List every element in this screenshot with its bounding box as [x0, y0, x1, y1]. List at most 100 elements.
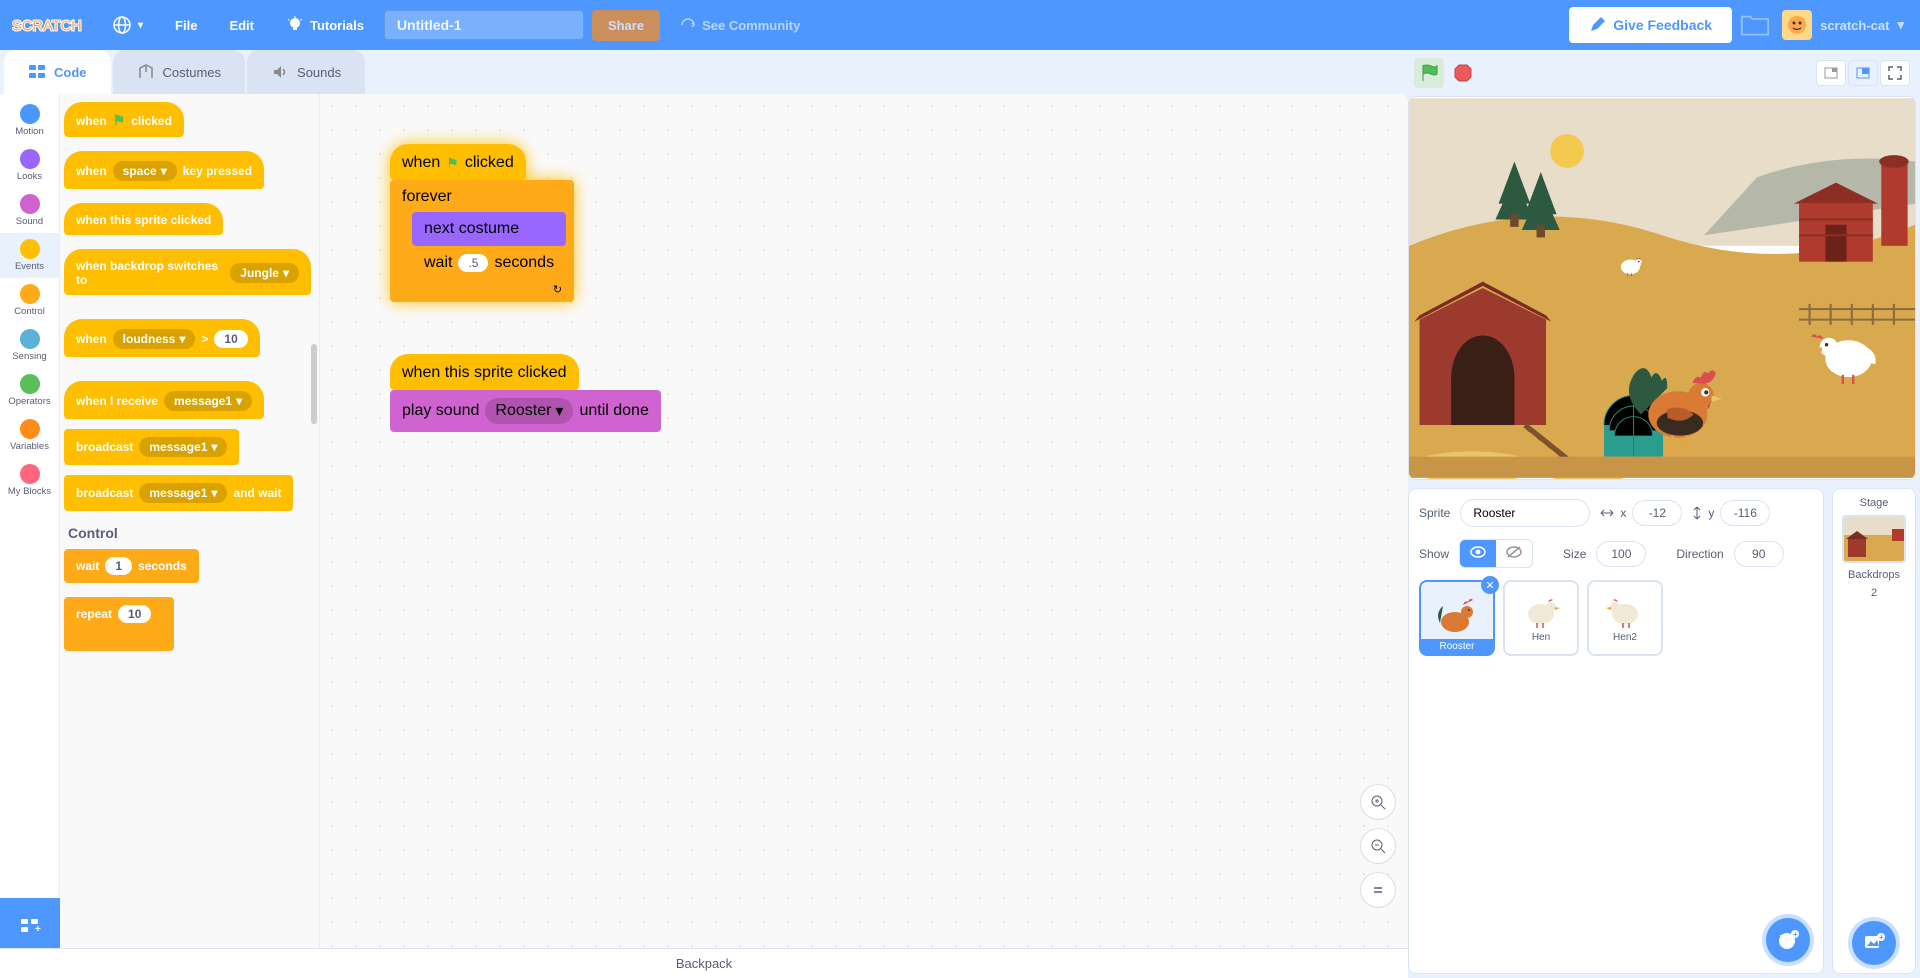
see-community-link[interactable]: See Community	[668, 9, 812, 41]
sprite-card-hen[interactable]: Hen	[1503, 580, 1579, 656]
block-categories: Motion Looks Sound Events Control Sensin…	[0, 94, 60, 948]
flag-icon: ⚑	[446, 155, 459, 172]
backpack-panel[interactable]: Backpack	[0, 948, 1408, 978]
category-sensing[interactable]: Sensing	[0, 323, 59, 368]
block-when-backdrop-switches[interactable]: when backdrop switches toJungle ▾	[64, 249, 311, 295]
code-icon	[28, 63, 46, 81]
add-sprite-button[interactable]: +	[1766, 918, 1810, 962]
block-when-loudness[interactable]: whenloudness ▾>10	[64, 319, 311, 357]
arrow-vertical-icon	[1692, 506, 1702, 520]
stop-button[interactable]	[1448, 58, 1478, 88]
block-repeat[interactable]: repeat10	[64, 597, 311, 651]
globe-icon	[112, 15, 132, 35]
flag-icon: ⚑	[113, 112, 126, 129]
block-wait[interactable]: wait1seconds	[64, 549, 311, 583]
scratch-logo[interactable]: SCRATCH	[12, 10, 92, 40]
hide-sprite-button[interactable]	[1496, 540, 1532, 567]
zoom-reset-button[interactable]	[1360, 872, 1396, 908]
give-feedback-button[interactable]: Give Feedback	[1569, 7, 1732, 43]
tutorials-button[interactable]: Tutorials	[274, 8, 376, 42]
chevron-down-icon: ▾	[138, 20, 143, 31]
svg-text:+: +	[1879, 933, 1884, 942]
sprite-info-panel: Sprite x-12 y-116 Show Size 100 Directio…	[1408, 488, 1824, 974]
arrow-horizontal-icon	[1600, 508, 1614, 518]
folder-icon[interactable]	[1740, 13, 1770, 37]
stage-fullscreen-button[interactable]	[1880, 60, 1910, 86]
stage-large-button[interactable]	[1848, 60, 1878, 86]
eye-off-icon	[1506, 546, 1522, 558]
fullscreen-icon	[1888, 66, 1902, 80]
remix-icon	[680, 17, 696, 33]
tab-code[interactable]: Code	[4, 50, 111, 94]
sprite-list: ✕ Rooster Hen Hen2	[1419, 580, 1813, 656]
large-stage-icon	[1856, 67, 1870, 79]
sprite-card-rooster[interactable]: ✕ Rooster	[1419, 580, 1495, 656]
svg-text:+: +	[35, 924, 41, 935]
category-events[interactable]: Events	[0, 233, 59, 278]
block-broadcast-wait[interactable]: broadcastmessage1 ▾and wait	[64, 475, 311, 511]
sprite-y-input[interactable]: -116	[1720, 500, 1770, 526]
sprite-label: Sprite	[1419, 506, 1450, 520]
category-operators[interactable]: Operators	[0, 368, 59, 413]
delete-sprite-button[interactable]: ✕	[1481, 576, 1499, 594]
flag-icon	[1419, 63, 1439, 83]
user-menu[interactable]: scratch-cat ▾	[1778, 6, 1908, 44]
file-menu[interactable]: File	[163, 10, 209, 41]
add-backdrop-button[interactable]: +	[1852, 921, 1896, 965]
script-workspace[interactable]: when⚑clicked forever next costume wait.5…	[320, 94, 1408, 948]
edit-menu[interactable]: Edit	[217, 10, 266, 41]
stop-icon	[1454, 64, 1472, 82]
sprite-x-input[interactable]: -12	[1632, 500, 1682, 526]
block-broadcast[interactable]: broadcastmessage1 ▾	[64, 429, 311, 465]
stage-canvas	[1409, 97, 1915, 479]
category-sound[interactable]: Sound	[0, 188, 59, 233]
sprite-name-input[interactable]	[1460, 499, 1590, 527]
category-variables[interactable]: Variables	[0, 413, 59, 458]
show-sprite-button[interactable]	[1460, 540, 1496, 567]
sprite-direction-input[interactable]: 90	[1734, 541, 1784, 567]
extension-icon: +	[18, 911, 42, 935]
block-when-sprite-clicked[interactable]: when this sprite clicked	[64, 203, 311, 235]
costumes-icon	[137, 63, 155, 81]
share-button[interactable]: Share	[592, 10, 660, 41]
tab-sounds[interactable]: Sounds	[247, 50, 365, 94]
category-motion[interactable]: Motion	[0, 98, 59, 143]
stage-selector-panel: Stage Backdrops 2 +	[1832, 488, 1916, 974]
zoom-out-button[interactable]	[1360, 828, 1396, 864]
stage-header	[1408, 50, 1916, 96]
block-when-receive[interactable]: when I receivemessage1 ▾	[64, 381, 311, 419]
category-control[interactable]: Control	[0, 278, 59, 323]
add-extension-button[interactable]: +	[0, 898, 60, 948]
workspace-controls	[1360, 784, 1396, 908]
minus-icon	[1370, 838, 1386, 854]
palette-scrollbar[interactable]	[311, 344, 317, 424]
sprite-card-hen2[interactable]: Hen2	[1587, 580, 1663, 656]
category-looks[interactable]: Looks	[0, 143, 59, 188]
sounds-icon	[271, 63, 289, 81]
project-title-input[interactable]	[384, 10, 584, 40]
block-when-flag-clicked[interactable]: when⚑clicked	[64, 102, 311, 137]
tab-costumes[interactable]: Costumes	[113, 50, 246, 94]
zoom-in-button[interactable]	[1360, 784, 1396, 820]
green-flag-button[interactable]	[1414, 58, 1444, 88]
block-palette[interactable]: when⚑clicked whenspace ▾key pressed when…	[60, 94, 320, 948]
pencil-icon	[1589, 17, 1605, 33]
stage[interactable]	[1408, 96, 1916, 480]
script-stack-2[interactable]: when this sprite clicked play soundRoost…	[390, 354, 661, 432]
editor-tabs: Code Costumes Sounds	[0, 50, 1408, 94]
equals-icon	[1370, 882, 1386, 898]
block-when-key-pressed[interactable]: whenspace ▾key pressed	[64, 151, 311, 189]
image-plus-icon: +	[1863, 932, 1885, 954]
small-stage-icon	[1824, 67, 1838, 79]
sprite-size-input[interactable]: 100	[1596, 541, 1646, 567]
script-stack-1[interactable]: when⚑clicked forever next costume wait.5…	[390, 144, 574, 302]
lightbulb-icon	[286, 16, 304, 34]
category-my-blocks[interactable]: My Blocks	[0, 458, 59, 503]
language-menu[interactable]: ▾	[100, 7, 155, 43]
avatar	[1782, 10, 1812, 40]
stage-small-button[interactable]	[1816, 60, 1846, 86]
code-editor: Motion Looks Sound Events Control Sensin…	[0, 94, 1408, 948]
plus-icon	[1370, 794, 1386, 810]
chevron-down-icon: ▾	[1897, 17, 1904, 33]
stage-thumbnail[interactable]	[1842, 515, 1906, 563]
